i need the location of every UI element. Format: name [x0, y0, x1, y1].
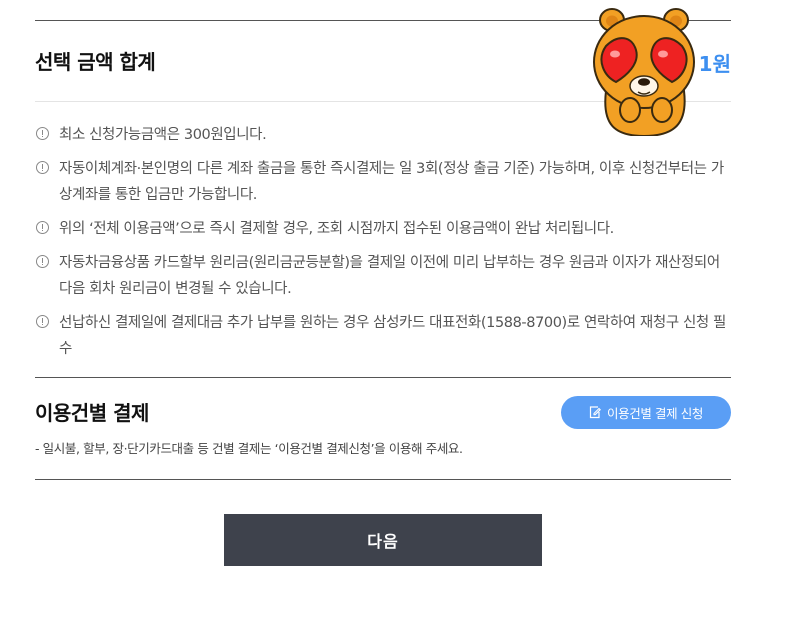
notice-list: 최소 신청가능금액은 300원입니다. 자동이체계좌·본인명의 다른 계좌 출금… — [35, 122, 731, 370]
bottom-divider — [35, 479, 731, 480]
notice-item: 자동차금융상품 카드할부 원리금(원리금균등분할)을 결제일 이전에 미리 납부… — [35, 250, 731, 302]
per-item-apply-button[interactable]: 이용건별 결제 신청 — [561, 396, 731, 429]
notice-item: 선납하신 결제일에 결제대금 추가 납부를 원하는 경우 삼성카드 대표전화(1… — [35, 310, 731, 362]
info-icon — [36, 127, 49, 140]
section-divider — [35, 377, 731, 378]
info-icon — [36, 161, 49, 174]
next-button[interactable]: 다음 — [224, 514, 542, 566]
per-item-apply-label: 이용건별 결제 신청 — [607, 406, 703, 421]
info-icon — [36, 255, 49, 268]
notice-text: 위의 ‘전체 이용금액’으로 즉시 결제할 경우, 조회 시점까지 접수된 이용… — [59, 221, 614, 237]
per-item-note: - 일시불, 할부, 장·단기카드대출 등 건별 결제는 ‘이용건별 결제신청’… — [35, 441, 463, 456]
notice-item: 자동이체계좌·본인명의 다른 계좌 출금을 통한 즉시결제는 일 3회(정상 출… — [35, 156, 731, 208]
notice-text: 자동이체계좌·본인명의 다른 계좌 출금을 통한 즉시결제는 일 3회(정상 출… — [59, 161, 724, 203]
sum-title: 선택 금액 합계 — [35, 50, 156, 74]
info-icon — [36, 221, 49, 234]
notice-text: 선납하신 결제일에 결제대금 추가 납부를 원하는 경우 삼성카드 대표전화(1… — [59, 315, 726, 357]
notice-text: 자동차금융상품 카드할부 원리금(원리금균등분할)을 결제일 이전에 미리 납부… — [59, 255, 720, 297]
notice-text: 최소 신청가능금액은 300원입니다. — [59, 127, 267, 143]
sum-amount: 1원 — [698, 52, 731, 76]
notice-item: 위의 ‘전체 이용금액’으로 즉시 결제할 경우, 조회 시점까지 접수된 이용… — [35, 216, 731, 242]
edit-icon — [589, 406, 601, 419]
info-icon — [36, 315, 49, 328]
heart-eyes-bear-sticker — [592, 6, 702, 138]
per-item-title: 이용건별 결제 — [35, 401, 149, 425]
